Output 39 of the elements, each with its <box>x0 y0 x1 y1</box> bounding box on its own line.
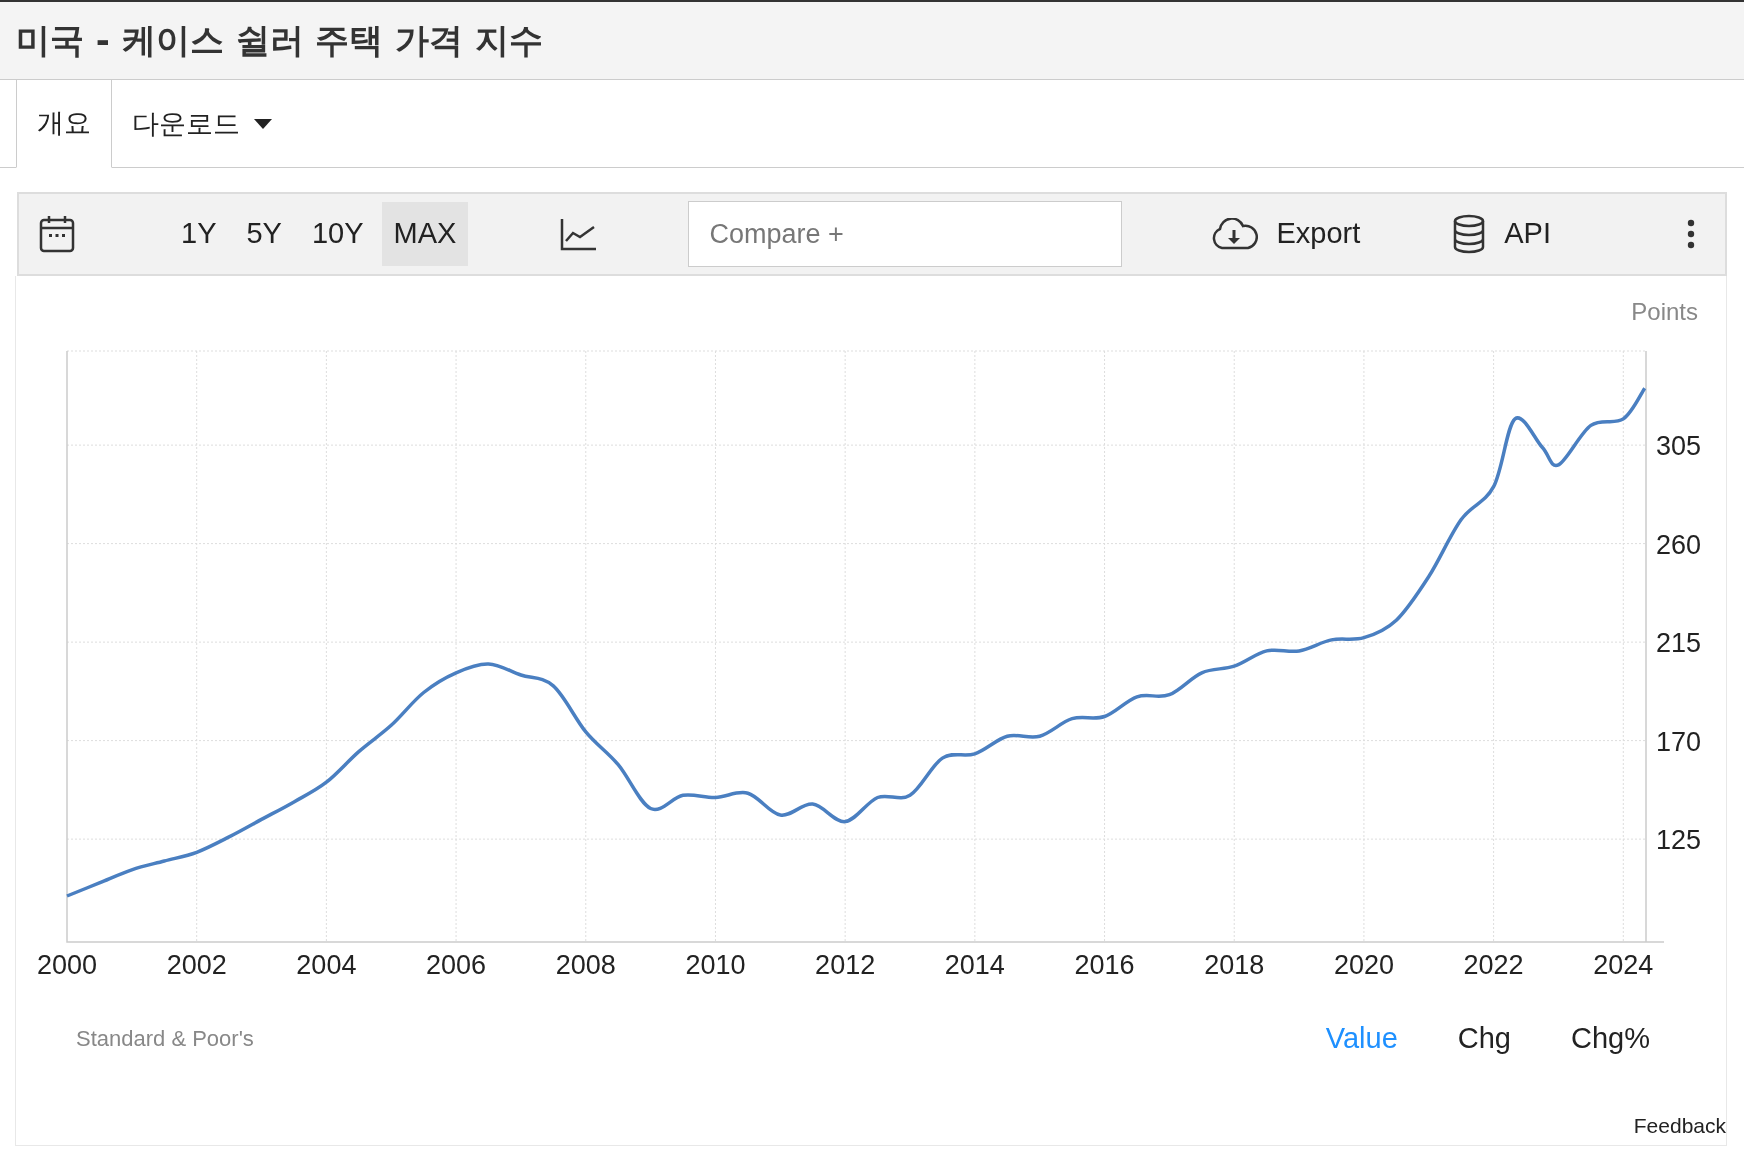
y-axis-label: 170 <box>1656 726 1702 757</box>
x-axis-label: 2002 <box>166 950 227 980</box>
x-axis-label: 2020 <box>1333 950 1394 980</box>
range-button[interactable]: 10Y <box>299 202 376 266</box>
caret-icon <box>254 119 272 129</box>
mode-toggle[interactable]: Chg% <box>1565 1016 1656 1062</box>
x-axis-label: 2024 <box>1593 950 1654 980</box>
overview-tab[interactable]: 개요 <box>16 80 112 168</box>
source-label: Standard & Poor's <box>76 1025 254 1054</box>
y-axis-label: 305 <box>1656 431 1702 462</box>
compare-field[interactable]: Compare + <box>688 201 1123 267</box>
range-button[interactable]: 5Y <box>234 202 294 266</box>
page-title: 미국 - 케이스 쉴러 주택 가격 지수 <box>16 19 544 62</box>
line-chart-icon[interactable] <box>560 217 599 251</box>
more-menu-icon[interactable] <box>1687 219 1695 249</box>
x-axis-label: 2010 <box>685 950 746 980</box>
cloud-download-icon <box>1210 218 1259 250</box>
feedback-link[interactable]: Feedback <box>1633 1109 1726 1141</box>
x-axis-label: 2012 <box>815 950 876 980</box>
database-icon <box>1452 214 1487 254</box>
x-axis-label: 2022 <box>1463 950 1524 980</box>
x-axis-label: 2008 <box>555 950 616 980</box>
export-button[interactable]: Export <box>1204 211 1367 257</box>
x-axis-label: 2014 <box>944 950 1005 980</box>
y-axis-label: 125 <box>1656 825 1702 856</box>
download-dropdown[interactable]: 다운로드 <box>112 80 292 168</box>
x-axis-label: 2006 <box>426 950 487 980</box>
x-axis-label: 2018 <box>1204 950 1265 980</box>
y-axis-label: 215 <box>1656 628 1702 659</box>
range-button[interactable]: MAX <box>381 202 469 266</box>
api-button[interactable]: API <box>1446 211 1557 257</box>
y-axis-label: 260 <box>1656 529 1702 560</box>
mode-toggle[interactable]: Chg <box>1451 1016 1517 1062</box>
x-axis-label: 2016 <box>1074 950 1135 980</box>
x-axis-label: 2004 <box>296 950 357 980</box>
calendar-icon[interactable] <box>39 215 75 253</box>
range-button[interactable]: 1Y <box>169 202 229 266</box>
x-axis-label: 2000 <box>36 950 98 980</box>
unit-label: Points <box>1631 298 1698 325</box>
